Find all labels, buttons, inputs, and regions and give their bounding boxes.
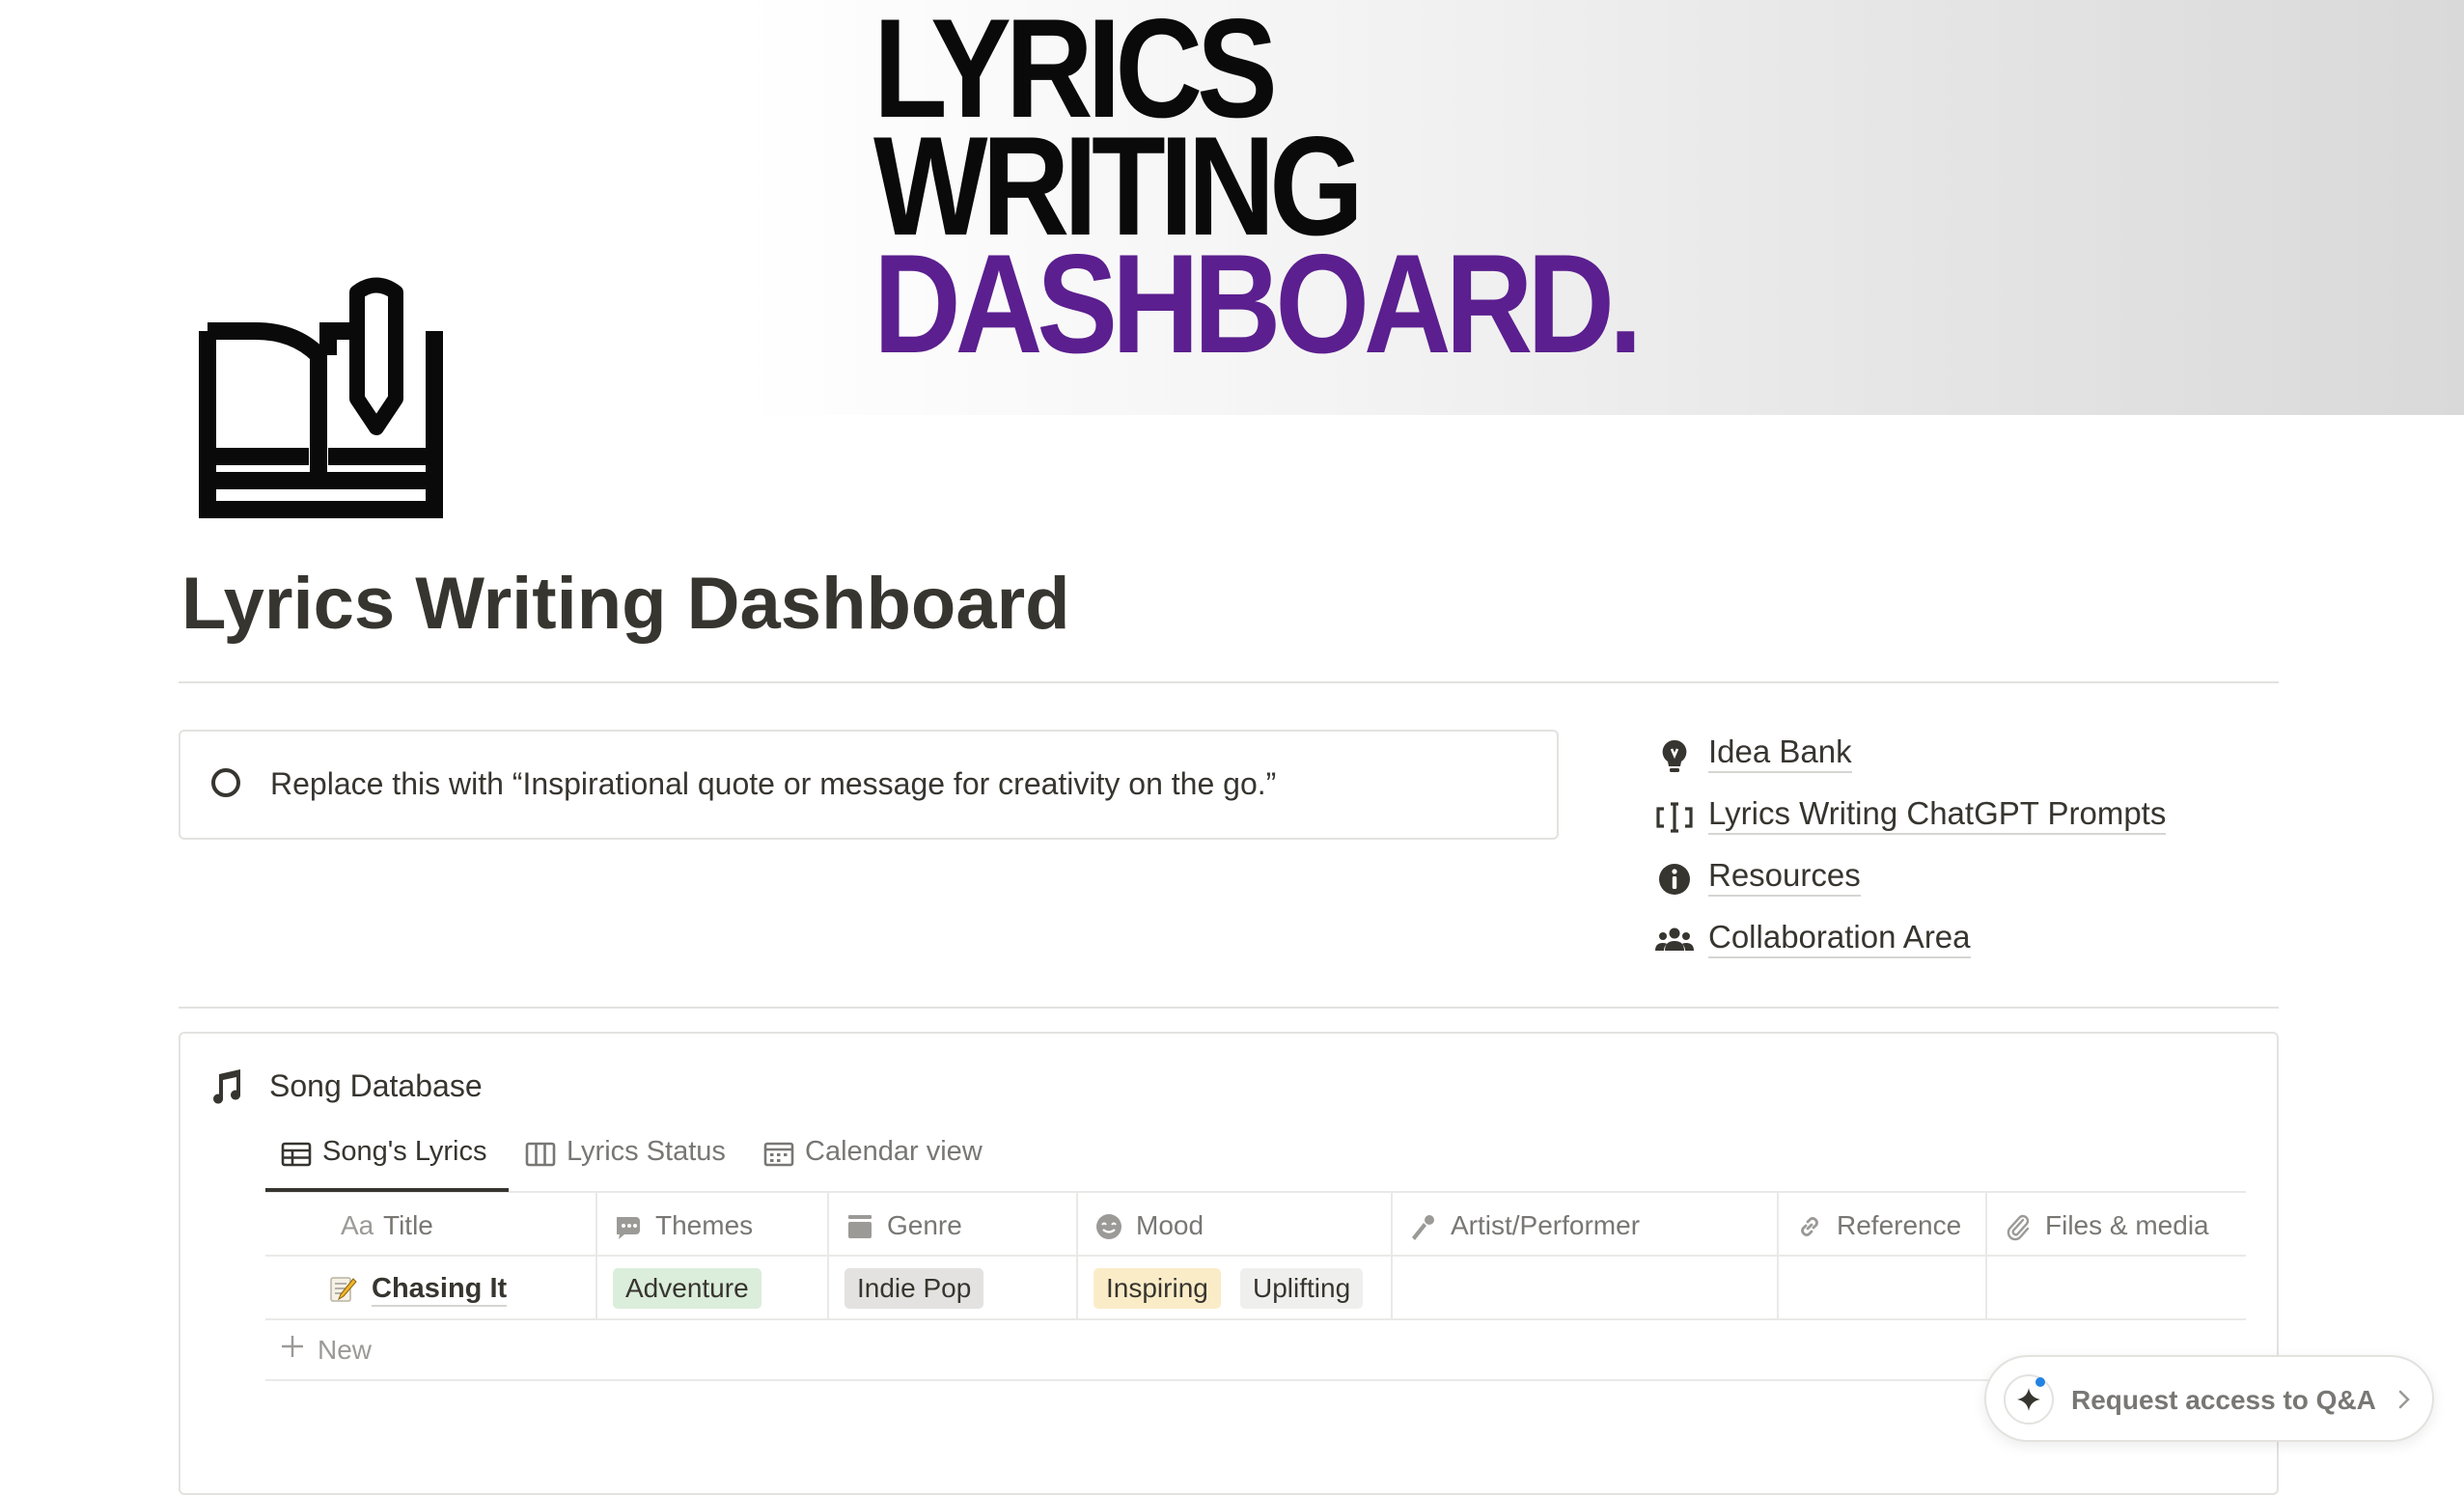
plus-icon [282, 1336, 303, 1357]
column-label: Genre [887, 1210, 962, 1240]
tab-label: Calendar view [805, 1136, 983, 1167]
link-label[interactable]: Lyrics Writing ChatGPT Prompts [1708, 795, 2167, 835]
column-header-genre[interactable]: Genre [827, 1193, 1076, 1255]
active-tab-underline [265, 1188, 509, 1192]
chevron-right-icon [2398, 1390, 2410, 1409]
tab-calendar-view[interactable]: Calendar view [762, 1134, 994, 1190]
column-label: Title [383, 1210, 433, 1240]
column-header-files[interactable]: Files & media [1985, 1193, 2246, 1255]
cell-artist[interactable] [1391, 1257, 1777, 1318]
person-icon [1412, 1215, 1434, 1240]
database-title[interactable]: Song Database [269, 1068, 483, 1104]
row-title[interactable]: Chasing It [372, 1273, 508, 1307]
sparkle-icon [2004, 1374, 2054, 1425]
memo-icon [330, 1277, 357, 1302]
quote-callout[interactable]: Replace this with “Inspirational quote o… [179, 730, 1559, 840]
board-icon [525, 1142, 556, 1167]
tag-genre: Indie Pop [844, 1268, 984, 1309]
request-qa-button[interactable]: Request access to Q&A [1984, 1355, 2434, 1442]
column-label: Files & media [2045, 1210, 2209, 1240]
people-icon [1655, 927, 1694, 951]
music-note-icon [213, 1069, 241, 1104]
link-label[interactable]: Resources [1708, 857, 1861, 897]
cell-reference[interactable] [1777, 1257, 1985, 1318]
cell-themes[interactable]: Adventure [595, 1257, 827, 1318]
prompt-icon [1656, 802, 1693, 833]
column-label: Reference [1837, 1210, 1962, 1240]
cell-title[interactable]: Chasing It [265, 1257, 595, 1318]
tab-label: Lyrics Status [567, 1136, 726, 1167]
column-header-mood[interactable]: Mood [1076, 1193, 1391, 1255]
new-label: New [318, 1335, 373, 1365]
column-label: Artist/Performer [1451, 1210, 1641, 1240]
info-icon [1659, 864, 1690, 895]
table-row[interactable]: Chasing It Adventure Indie Pop Inspiring… [265, 1257, 2246, 1320]
new-row-button[interactable]: New [265, 1319, 2246, 1381]
tag-themes: Adventure [613, 1268, 761, 1309]
section-divider [179, 1007, 2279, 1009]
qa-label: Request access to Q&A [2071, 1385, 2376, 1415]
column-label: Mood [1136, 1210, 1204, 1240]
title-divider [179, 681, 2279, 683]
table-icon [281, 1142, 312, 1167]
select-icon [848, 1215, 872, 1238]
book-pen-icon[interactable] [198, 273, 446, 521]
tab-lyrics-status[interactable]: Lyrics Status [524, 1134, 741, 1190]
column-header-artist[interactable]: Artist/Performer [1391, 1193, 1777, 1255]
cell-files[interactable] [1985, 1257, 2246, 1318]
callout-text[interactable]: Replace this with “Inspirational quote o… [270, 766, 1276, 802]
circle-icon [211, 768, 240, 797]
column-label: Themes [655, 1210, 754, 1240]
tab-songs-lyrics[interactable]: Song's Lyrics [280, 1134, 497, 1190]
cover-title: LYRICS WRITING DASHBOARD. [873, 0, 1643, 382]
cell-genre[interactable]: Indie Pop [827, 1257, 1076, 1318]
cell-mood[interactable]: Inspiring Uplifting [1076, 1257, 1391, 1318]
multi-select-icon [617, 1217, 640, 1239]
paperclip-icon [2007, 1214, 2030, 1241]
link-icon [1801, 1217, 1818, 1236]
column-header-themes[interactable]: Themes [595, 1193, 827, 1255]
table-header-row: Aa Title Themes Genre Mood Artist/Perfor… [265, 1193, 2246, 1257]
column-header-title[interactable]: Aa Title [265, 1193, 595, 1255]
calendar-icon [763, 1142, 794, 1167]
tag-mood: Uplifting [1240, 1268, 1364, 1309]
cover-line-3: DASHBOARD. [873, 225, 1643, 382]
column-header-reference[interactable]: Reference [1777, 1193, 1985, 1255]
link-label[interactable]: Idea Bank [1708, 734, 1852, 773]
tag-mood: Inspiring [1094, 1268, 1221, 1309]
text-icon: Aa [341, 1210, 374, 1240]
lightbulb-icon [1662, 739, 1687, 772]
link-label[interactable]: Collaboration Area [1708, 919, 1971, 958]
tab-label: Song's Lyrics [322, 1136, 487, 1167]
mood-icon [1096, 1214, 1121, 1239]
page-title: Lyrics Writing Dashboard [181, 563, 1070, 645]
